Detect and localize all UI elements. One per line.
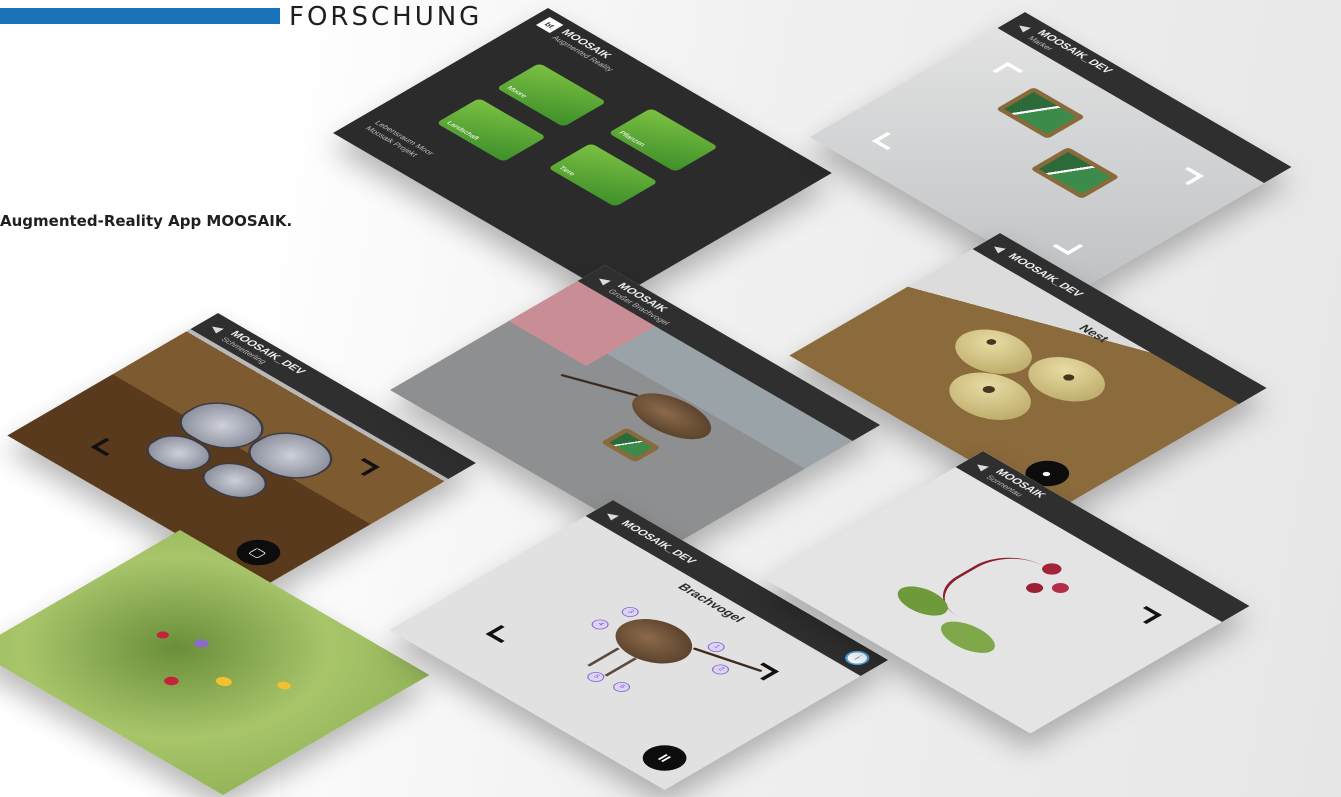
scan-corner	[1130, 606, 1162, 624]
flower	[161, 675, 182, 687]
flower	[191, 637, 212, 650]
bird-leg	[604, 657, 638, 677]
hotspot-marker[interactable]: 6	[609, 680, 634, 694]
scan-corner	[485, 625, 517, 643]
scan-corner	[348, 458, 380, 476]
flower	[274, 680, 294, 691]
marker-card	[600, 427, 661, 463]
flower	[212, 675, 236, 688]
figure-caption: Augmented-Reality App MOOSAIK.	[0, 212, 293, 230]
marker-card	[995, 87, 1086, 139]
scan-corner	[871, 132, 903, 150]
marker-card	[1030, 147, 1120, 199]
bird-beak	[560, 373, 639, 397]
scan-corner	[748, 662, 779, 681]
hotspot-marker[interactable]: 3	[618, 605, 643, 619]
scan-corner	[1052, 237, 1084, 255]
plant-bud	[1048, 581, 1073, 595]
scan-corner	[90, 438, 122, 456]
pause-icon[interactable]: II	[633, 740, 696, 776]
flower	[154, 630, 172, 640]
hotspot-marker[interactable]: 4	[588, 617, 613, 632]
scan-corner	[1172, 167, 1204, 185]
bird	[600, 610, 708, 673]
bird-leg	[587, 647, 620, 667]
hotspot-marker[interactable]: 2	[708, 662, 733, 677]
app-logo: bt	[535, 17, 564, 33]
section-title: FORSCHUNG	[289, 2, 483, 32]
menu-footer: Lebensraum Moor Moosaik Projekt	[363, 119, 437, 158]
hotspot-marker[interactable]: 5	[583, 670, 608, 684]
scan-corner	[992, 62, 1024, 80]
section-accent-bar	[0, 8, 280, 24]
